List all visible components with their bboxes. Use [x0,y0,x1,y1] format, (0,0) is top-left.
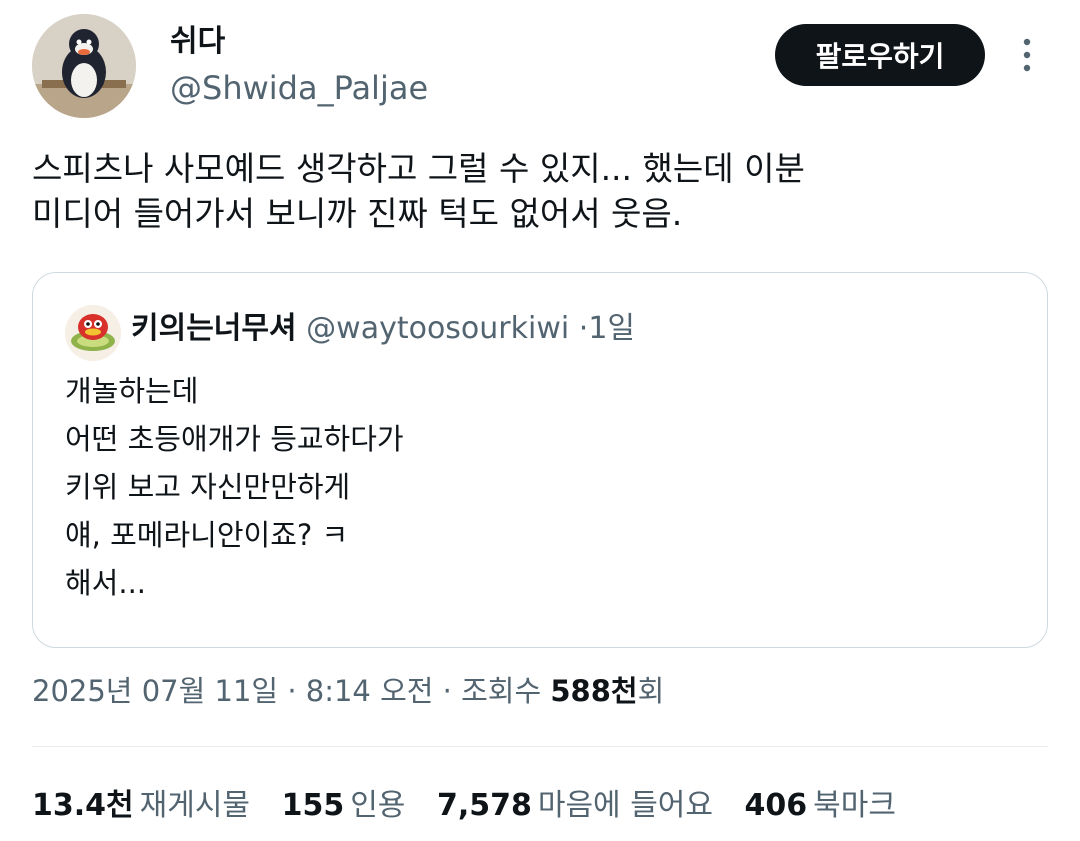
reposts-label: 재게시물 [139,788,251,823]
quoted-handle[interactable]: @waytoosourkiwi [306,311,569,346]
reposts-stat[interactable]: 13.4천 재게시물 [32,784,250,828]
views-count: 588천 [550,674,638,708]
tweet-time[interactable]: 8:14 오전 [306,674,434,708]
bookmarks-stat[interactable]: 406 북마크 [745,784,896,828]
likes-count: 7,578 [436,788,532,823]
meta-separator: · [442,674,452,708]
quoted-display-name[interactable]: 키의는너무셔 [131,311,297,346]
quoted-tweet-text: 개놀하는데 어떤 초등애개가 등교하다가 키위 보고 자신만만하게 얘, 포메라… [65,374,404,600]
author-avatar[interactable] [32,14,136,118]
likes-stat[interactable]: 7,578 마음에 들어요 [437,784,713,828]
quoted-header: 키의는너무셔 @waytoosourkiwi ·1일 [131,307,635,351]
penguin-avatar-icon [32,14,136,118]
quoted-separator: · [578,311,589,346]
kiwi-avatar-icon [65,305,121,361]
tweet-text: 스피츠나 사모예드 생각하고 그럴 수 있지... 했는데 이분 미디어 들어가… [32,149,805,233]
meta-separator: · [287,674,297,708]
quotes-label: 인용 [350,788,406,823]
author-display-name[interactable]: 쉬다 [170,22,225,62]
follow-button[interactable]: 팔로우하기 [775,24,985,86]
engagement-stats: 13.4천 재게시물 155 인용 7,578 마음에 들어요 406 북마크 [32,784,918,828]
quotes-count: 155 [281,788,345,823]
quoted-time[interactable]: 1일 [588,311,635,346]
quoted-author-avatar[interactable] [65,305,121,361]
bookmarks-label: 북마크 [813,788,896,823]
tweet-date[interactable]: 2025년 07월 11일 [32,674,278,708]
tweet-meta: 2025년 07월 11일 · 8:14 오전 · 조회수 588천회 [32,670,664,712]
divider [32,746,1048,747]
views-label: 조회수 [461,674,542,708]
more-vertical-icon[interactable] [1012,36,1042,76]
likes-label: 마음에 들어요 [537,788,713,823]
quoted-tweet-card[interactable]: 키의는너무셔 @waytoosourkiwi ·1일 개놀하는데 어떤 초등애개… [32,272,1048,648]
author-handle[interactable]: @Shwida_Paljae [170,66,428,110]
reposts-count: 13.4천 [32,788,134,823]
bookmarks-count: 406 [744,788,808,823]
views-suffix: 회 [637,674,665,708]
quotes-stat[interactable]: 155 인용 [282,784,406,828]
